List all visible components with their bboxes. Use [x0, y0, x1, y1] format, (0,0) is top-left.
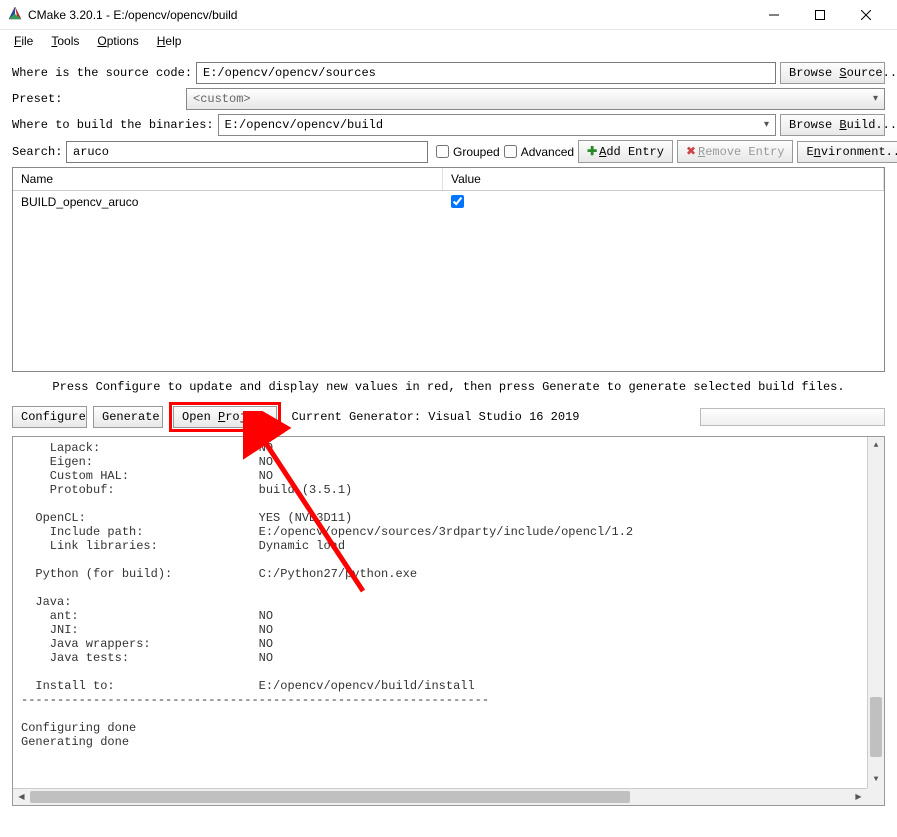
- menu-help[interactable]: Help: [157, 34, 182, 48]
- plus-icon: ✚: [587, 145, 597, 159]
- chevron-down-icon: ▾: [873, 93, 878, 105]
- scroll-thumb-v[interactable]: [870, 697, 882, 757]
- highlight-annotation: Open Project: [169, 402, 281, 432]
- minimize-button[interactable]: [751, 0, 797, 30]
- horizontal-scrollbar[interactable]: ◀ ▶: [13, 788, 867, 805]
- browse-source-button[interactable]: Browse Source...: [780, 62, 885, 84]
- preset-value: <custom>: [193, 92, 251, 106]
- window-title: CMake 3.20.1 - E:/opencv/opencv/build: [28, 8, 751, 22]
- config-table: Name Value BUILD_opencv_aruco: [12, 167, 885, 372]
- output-log[interactable]: Lapack: NO Eigen: NO Custom HAL: NO Prot…: [12, 436, 885, 806]
- add-entry-button[interactable]: ✚Add Entry: [578, 140, 673, 163]
- progress-bar: [700, 408, 885, 426]
- grouped-check[interactable]: [436, 145, 449, 158]
- grouped-label: Grouped: [453, 145, 500, 159]
- search-input[interactable]: [66, 141, 428, 163]
- advanced-label: Advanced: [521, 145, 574, 159]
- source-label: Where is the source code:: [12, 66, 192, 80]
- grouped-checkbox[interactable]: Grouped: [436, 145, 500, 159]
- open-project-button[interactable]: Open Project: [173, 406, 277, 428]
- remove-icon: ✖: [686, 145, 696, 159]
- preset-combo[interactable]: <custom> ▾: [186, 88, 885, 110]
- build-value: E:/opencv/opencv/build: [225, 118, 383, 132]
- column-value[interactable]: Value: [443, 168, 884, 190]
- output-text: Lapack: NO Eigen: NO Custom HAL: NO Prot…: [21, 441, 633, 749]
- hint-text: Press Configure to update and display ne…: [12, 376, 885, 398]
- scroll-left-icon[interactable]: ◀: [13, 789, 30, 805]
- configure-button[interactable]: Configure: [12, 406, 87, 428]
- advanced-checkbox[interactable]: Advanced: [504, 145, 574, 159]
- scroll-down-icon[interactable]: ▼: [868, 771, 884, 788]
- menu-file[interactable]: File: [14, 34, 33, 48]
- cmake-icon: [8, 6, 22, 23]
- row-name: BUILD_opencv_aruco: [21, 195, 451, 211]
- preset-label: Preset:: [12, 92, 182, 106]
- table-header: Name Value: [13, 168, 884, 191]
- generate-button[interactable]: Generate: [93, 406, 163, 428]
- advanced-check[interactable]: [504, 145, 517, 158]
- table-row[interactable]: BUILD_opencv_aruco: [13, 193, 884, 213]
- row-value-checkbox[interactable]: [451, 195, 464, 208]
- search-label: Search:: [12, 145, 62, 159]
- environment-button[interactable]: Environment...: [797, 141, 897, 163]
- close-button[interactable]: [843, 0, 889, 30]
- browse-build-button[interactable]: Browse Build...: [780, 114, 885, 136]
- scroll-thumb-h[interactable]: [30, 791, 630, 803]
- remove-entry-button[interactable]: ✖Remove Entry: [677, 140, 793, 163]
- chevron-down-icon: ▾: [764, 119, 769, 131]
- column-name[interactable]: Name: [13, 168, 443, 190]
- title-bar: CMake 3.20.1 - E:/opencv/opencv/build: [0, 0, 897, 30]
- menu-tools[interactable]: Tools: [51, 34, 79, 48]
- generator-label: Current Generator: Visual Studio 16 2019: [291, 410, 579, 424]
- scroll-right-icon[interactable]: ▶: [850, 789, 867, 805]
- maximize-button[interactable]: [797, 0, 843, 30]
- menu-options[interactable]: Options: [97, 34, 138, 48]
- scroll-corner: [867, 788, 884, 805]
- vertical-scrollbar[interactable]: ▲ ▼: [867, 437, 884, 788]
- scroll-up-icon[interactable]: ▲: [868, 437, 884, 454]
- build-label: Where to build the binaries:: [12, 118, 214, 132]
- source-input[interactable]: [196, 62, 776, 84]
- window-controls: [751, 0, 889, 30]
- menu-bar: File Tools Options Help: [0, 30, 897, 52]
- build-combo[interactable]: E:/opencv/opencv/build ▾: [218, 114, 776, 136]
